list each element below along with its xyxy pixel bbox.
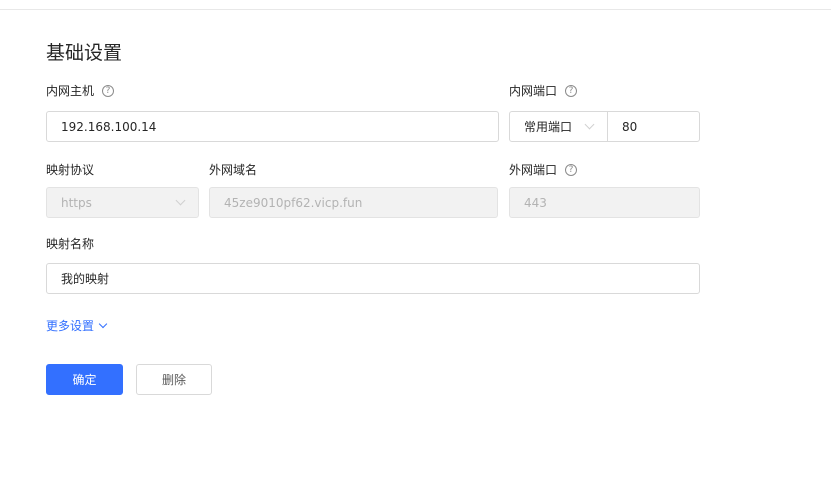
help-icon[interactable]: ?	[565, 164, 578, 176]
chevron-down-icon	[584, 119, 595, 130]
internal-host-label: 内网主机 ?	[46, 83, 115, 99]
top-divider	[0, 9, 831, 10]
mapping-name-value: 我的映射	[61, 272, 110, 286]
mapping-name-label-text: 映射名称	[46, 237, 95, 251]
internal-host-input[interactable]: 192.168.100.14	[46, 111, 499, 142]
internal-host-value: 192.168.100.14	[61, 119, 157, 134]
external-port-label: 外网端口 ?	[509, 162, 578, 178]
internal-port-label: 内网端口 ?	[509, 83, 578, 99]
domain-label: 外网域名	[209, 162, 257, 178]
domain-input[interactable]: 45ze9010pf62.vicp.fun	[209, 187, 498, 218]
external-port-input[interactable]: 443	[509, 187, 700, 218]
port-preset-select[interactable]: 常用端口	[509, 111, 608, 142]
internal-port-value: 80	[622, 119, 638, 134]
help-icon[interactable]: ?	[102, 85, 115, 97]
more-settings-toggle[interactable]: 更多设置	[46, 317, 108, 334]
mapping-name-label: 映射名称	[46, 236, 94, 252]
protocol-label: 映射协议	[46, 162, 94, 178]
protocol-label-text: 映射协议	[46, 163, 95, 177]
internal-port-label-text: 内网端口	[509, 84, 558, 98]
more-settings-label: 更多设置	[46, 319, 95, 333]
confirm-button-label: 确定	[72, 373, 97, 387]
confirm-button[interactable]: 确定	[46, 364, 123, 395]
section-title: 基础设置	[46, 42, 123, 64]
port-preset-value: 常用端口	[524, 120, 573, 134]
domain-value: 45ze9010pf62.vicp.fun	[224, 195, 363, 210]
internal-host-label-text: 内网主机	[46, 84, 95, 98]
protocol-select[interactable]: https	[46, 187, 199, 218]
chevron-down-icon	[175, 195, 186, 206]
mapping-name-input[interactable]: 我的映射	[46, 263, 700, 294]
delete-button[interactable]: 删除	[136, 364, 212, 395]
chevron-down-icon	[98, 319, 108, 329]
help-icon[interactable]: ?	[565, 85, 578, 97]
protocol-value: https	[61, 195, 92, 210]
internal-port-input[interactable]: 80	[607, 111, 700, 142]
external-port-value: 443	[524, 195, 547, 210]
external-port-label-text: 外网端口	[509, 163, 558, 177]
delete-button-label: 删除	[161, 373, 186, 387]
domain-label-text: 外网域名	[209, 163, 258, 177]
